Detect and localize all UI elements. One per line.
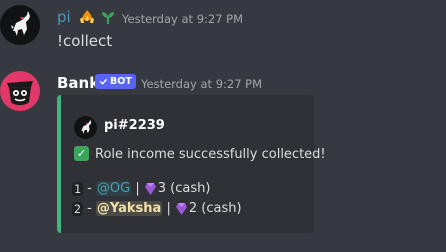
user-avatar[interactable] [0,5,40,45]
row-amount: 3 (cash) [157,181,211,196]
bot-author-name[interactable]: Bank [57,74,99,92]
role-mention[interactable]: @OG [95,181,132,196]
bank-mascot-icon [7,81,33,105]
purple-gem-icon [144,182,156,195]
row-index: 1 [72,181,83,196]
bot-avatar[interactable] [0,71,40,111]
row-index: 2 [72,201,83,216]
fire-hands-icon [80,10,94,23]
row-separator: | [135,181,140,196]
author-name[interactable]: pi [57,8,71,26]
check-icon: ✓ [74,146,89,161]
income-row: 1 - @OG | 3 (cash) [72,181,210,196]
income-row: 2 - @Yaksha | 2 (cash) [72,201,242,216]
row-amount: 2 (cash) [188,201,242,216]
embed-author-avatar [74,116,97,139]
verified-check-icon [99,78,108,85]
embed-author-name: pi#2239 [104,118,165,133]
message-timestamp[interactable]: Yesterday at 9:27 PM [122,12,243,26]
bot-tag-label: BOT [110,76,132,87]
role-mention[interactable]: @Yaksha [95,201,163,216]
sprout-icon [102,12,114,24]
bot-tag: BOT [95,74,136,89]
unicorn-icon [11,11,30,36]
row-separator: | [166,201,171,216]
author-badges [78,7,117,27]
purple-gem-icon [175,202,187,215]
message-timestamp[interactable]: Yesterday at 9:27 PM [141,77,262,91]
message-content: !collect [57,32,113,50]
embed-description: Role income successfully collected! [95,147,326,162]
unicorn-icon [81,119,92,134]
